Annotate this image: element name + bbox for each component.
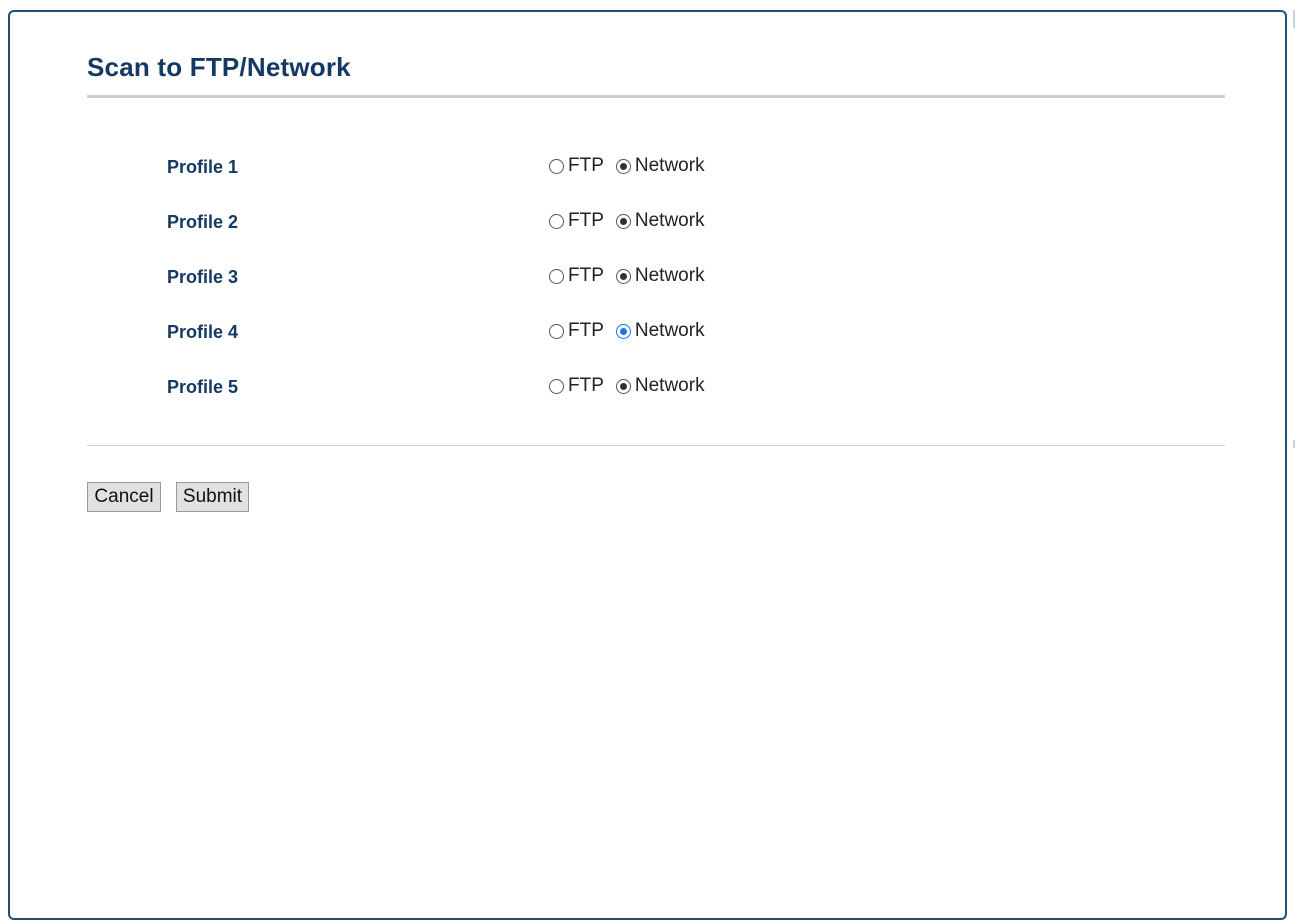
profile-row: Profile 4 FTP Network [0, 316, 1300, 346]
profile-label: Profile 1 [167, 157, 239, 177]
profile-label: Profile 5 [167, 377, 239, 397]
network-radio[interactable] [615, 213, 631, 229]
profile-row: Profile 2 FTP Network [0, 206, 1300, 236]
profile-label: Profile 4 [167, 322, 239, 342]
network-option[interactable]: Network [615, 265, 705, 287]
destination-radio-group: FTP Network [549, 153, 705, 179]
submit-button[interactable]: Submit [176, 482, 249, 512]
network-option[interactable]: Network [615, 375, 705, 397]
ftp-radio[interactable] [549, 378, 564, 394]
profile-label: Profile 2 [167, 212, 239, 232]
ftp-option[interactable]: FTP [549, 320, 604, 342]
profile-row: Profile 1 FTP Network [0, 151, 1300, 181]
profile-list: Profile 1 FTP Network Profile 2 FTP Netw… [0, 0, 1300, 420]
destination-radio-group: FTP Network [549, 318, 705, 344]
ftp-radio[interactable] [549, 213, 564, 229]
network-radio[interactable] [615, 378, 631, 394]
ftp-label: FTP [568, 265, 604, 286]
destination-radio-group: FTP Network [549, 373, 705, 399]
ftp-radio[interactable] [549, 268, 564, 284]
ftp-radio[interactable] [549, 158, 564, 174]
ftp-option[interactable]: FTP [549, 155, 604, 177]
network-label: Network [634, 210, 705, 231]
network-label: Network [634, 375, 705, 396]
ftp-option[interactable]: FTP [549, 375, 604, 397]
network-option[interactable]: Network [615, 320, 705, 342]
network-label: Network [634, 320, 705, 341]
form-divider [87, 445, 1225, 446]
ftp-label: FTP [568, 375, 604, 396]
profile-row: Profile 5 FTP Network [0, 371, 1300, 401]
network-label: Network [634, 265, 705, 286]
ftp-option[interactable]: FTP [549, 265, 604, 287]
profile-label: Profile 3 [167, 267, 239, 287]
network-radio[interactable] [615, 323, 631, 339]
ftp-radio[interactable] [549, 323, 564, 339]
ftp-option[interactable]: FTP [549, 210, 604, 232]
network-option[interactable]: Network [615, 155, 705, 177]
ftp-label: FTP [568, 155, 604, 176]
ftp-label: FTP [568, 320, 604, 341]
destination-radio-group: FTP Network [549, 208, 705, 234]
network-radio[interactable] [615, 158, 631, 174]
cancel-button[interactable]: Cancel [87, 482, 161, 512]
ftp-label: FTP [568, 210, 604, 231]
network-option[interactable]: Network [615, 210, 705, 232]
window-edge-mark [1293, 440, 1295, 448]
network-radio[interactable] [615, 268, 631, 284]
profile-row: Profile 3 FTP Network [0, 261, 1300, 291]
destination-radio-group: FTP Network [549, 263, 705, 289]
network-label: Network [634, 155, 705, 176]
